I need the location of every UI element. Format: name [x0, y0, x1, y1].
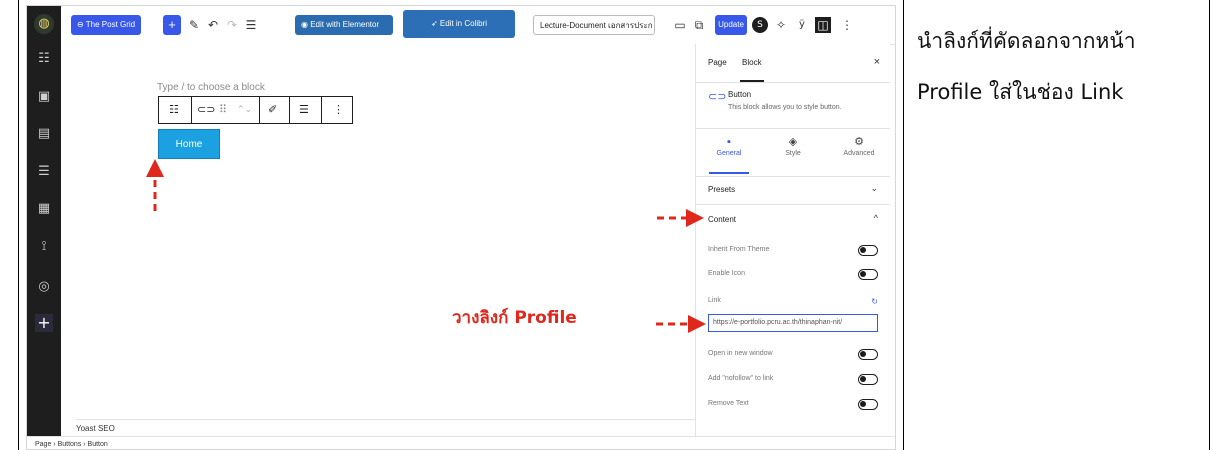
- table-column-divider: [903, 0, 904, 450]
- caption-line-2: Profile ใส่ในช่อง Link: [917, 80, 1124, 104]
- caption-line-1: นำลิงก์ที่คัดลอกจากหน้า: [917, 29, 1136, 53]
- annotation-arrows: [146, 159, 706, 333]
- instruction-caption: นำลิงก์ที่คัดลอกจากหน้า Profile ใส่ในช่อ…: [917, 16, 1202, 118]
- editor-screenshot: ◍ ☷ ▣ ▤ ☰ ▦ ⟟ ◎ + ⊖ The Post Grid + ✎ ↶ …: [26, 5, 896, 450]
